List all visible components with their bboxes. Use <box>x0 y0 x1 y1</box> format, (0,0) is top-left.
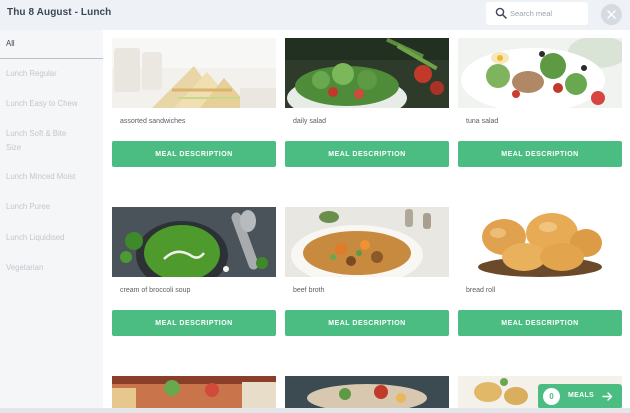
meal-description-button[interactable]: MEAL DESCRIPTION <box>285 141 449 167</box>
meal-card-cream-of-broccoli-soup[interactable]: cream of broccoli soup MEAL DESCRIPTION <box>112 207 276 344</box>
category-lunch-minced-moist[interactable]: Lunch Minced Moist <box>0 172 103 200</box>
category-label-line1: Lunch Soft & Bite <box>6 129 67 138</box>
meal-photo <box>458 38 622 108</box>
meals-label: MEALS <box>568 392 594 399</box>
meal-description-button[interactable]: MEAL DESCRIPTION <box>285 310 449 336</box>
category-lunch-liquidised[interactable]: Lunch Liquidised <box>0 233 103 261</box>
category-vegetarian[interactable]: Vegetarian <box>0 263 103 291</box>
category-label: Lunch Puree <box>6 202 51 211</box>
meal-photo <box>285 376 449 408</box>
category-all[interactable]: All <box>0 30 103 59</box>
page-title: Thu 8 August - Lunch <box>7 7 112 18</box>
category-label-line2: Size <box>6 142 22 152</box>
meal-photo <box>112 376 276 408</box>
bottom-scrollbar[interactable] <box>0 408 630 413</box>
meal-name: daily salad <box>293 118 327 125</box>
close-button[interactable] <box>601 4 622 25</box>
meal-card-beef-broth[interactable]: beef broth MEAL DESCRIPTION <box>285 207 449 344</box>
meal-card-partial[interactable] <box>285 376 449 408</box>
meal-card-daily-salad[interactable]: daily salad MEAL DESCRIPTION <box>285 38 449 175</box>
close-icon <box>607 10 616 19</box>
top-header: Thu 8 August - Lunch <box>0 0 630 30</box>
category-sidebar: All Lunch Regular Lunch Easy to Chew Lun… <box>0 30 103 413</box>
category-label: All <box>6 39 15 48</box>
meal-description-button[interactable]: MEAL DESCRIPTION <box>458 141 622 167</box>
meal-photo <box>285 207 449 277</box>
meal-card-partial[interactable] <box>112 376 276 408</box>
search-box[interactable] <box>486 2 588 25</box>
meals-cart-button[interactable]: 0 MEALS <box>538 384 622 409</box>
meal-photo <box>112 207 276 277</box>
meal-name: cream of broccoli soup <box>120 287 191 294</box>
meal-card-tuna-salad[interactable]: tuna salad MEAL DESCRIPTION <box>458 38 622 175</box>
meal-photo <box>458 207 622 277</box>
meal-card-assorted-sandwiches[interactable]: assorted sandwiches MEAL DESCRIPTION <box>112 38 276 175</box>
search-input[interactable] <box>510 5 584 22</box>
meal-description-button[interactable]: MEAL DESCRIPTION <box>458 310 622 336</box>
category-label: Lunch Minced Moist <box>6 172 76 181</box>
category-label: Lunch Easy to Chew <box>6 99 78 108</box>
meal-name: tuna salad <box>466 118 499 125</box>
meal-description-button[interactable]: MEAL DESCRIPTION <box>112 310 276 336</box>
meal-photo <box>285 38 449 108</box>
category-lunch-soft-bite-size[interactable]: Lunch Soft & Bite Size <box>0 129 103 163</box>
category-lunch-easy-to-chew[interactable]: Lunch Easy to Chew <box>0 99 103 127</box>
category-lunch-regular[interactable]: Lunch Regular <box>0 69 103 97</box>
meal-photo <box>112 38 276 108</box>
meal-name: assorted sandwiches <box>120 118 186 125</box>
category-lunch-puree[interactable]: Lunch Puree <box>0 202 103 230</box>
category-label: Lunch Liquidised <box>6 233 65 242</box>
arrow-right-icon <box>602 392 613 401</box>
meal-description-button[interactable]: MEAL DESCRIPTION <box>112 141 276 167</box>
meals-count-badge: 0 <box>543 388 560 405</box>
meal-name: beef broth <box>293 287 325 294</box>
search-icon <box>495 7 507 19</box>
category-label: Lunch Regular <box>6 69 57 78</box>
meal-card-bread-roll[interactable]: bread roll MEAL DESCRIPTION <box>458 207 622 344</box>
meal-name: bread roll <box>466 287 496 294</box>
category-label: Vegetarian <box>6 263 44 272</box>
